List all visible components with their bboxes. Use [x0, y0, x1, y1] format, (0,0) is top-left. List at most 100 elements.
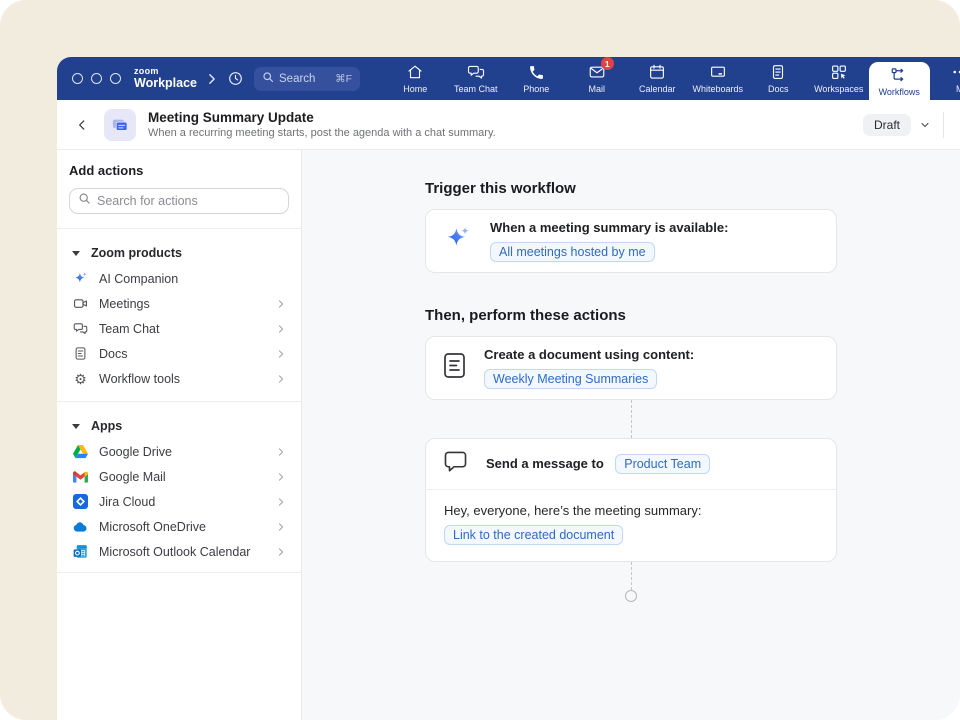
header-actions: Draft	[863, 112, 944, 138]
window-control-zoom-button[interactable]	[110, 73, 121, 84]
nav-item-label: Phone	[523, 84, 549, 94]
sidebar-item-google-mail[interactable]: Google Mail	[69, 464, 289, 489]
workflow-body: Add actions Zoom products AI Com	[57, 150, 960, 720]
window-control-close-button[interactable]	[72, 73, 83, 84]
sidebar-item-docs[interactable]: Docs	[69, 341, 289, 366]
trigger-scope-chip[interactable]: All meetings hosted by me	[490, 242, 655, 262]
window-controls	[72, 73, 121, 84]
send-message-title: Send a message to	[486, 456, 604, 471]
nav-item-label: Whiteboards	[692, 84, 743, 94]
actions-section-heading: Then, perform these actions	[425, 307, 837, 324]
chevron-right-icon	[276, 547, 286, 557]
top-nav-items: Home Team Chat Phone 1 Mail	[385, 57, 960, 100]
sidebar-item-label: AI Companion	[99, 272, 178, 286]
gear-icon: ⚙	[72, 372, 89, 386]
gmail-icon	[72, 471, 89, 483]
sidebar-item-label: Workflow tools	[99, 372, 180, 386]
actions-search-box[interactable]	[69, 188, 289, 214]
workflow-canvas: Trigger this workflow When a meeting sum…	[302, 150, 960, 720]
add-step-node[interactable]	[625, 590, 637, 602]
sidebar-item-team-chat[interactable]: Team Chat	[69, 316, 289, 341]
chevron-right-icon	[276, 349, 286, 359]
phone-icon	[528, 63, 545, 81]
section-label: Apps	[91, 419, 122, 433]
ai-companion-icon	[72, 271, 89, 286]
nav-item-workflows[interactable]: Workflows	[869, 62, 930, 100]
global-search-input[interactable]: Search ⌘F	[254, 67, 360, 91]
nav-item-whiteboards[interactable]: Whiteboards	[688, 57, 749, 100]
back-button[interactable]	[75, 118, 97, 132]
brand-zoom-label: zoom	[134, 67, 197, 76]
section-header-apps[interactable]: Apps	[69, 413, 289, 439]
outlook-calendar-icon	[72, 544, 89, 559]
meetings-icon	[72, 296, 89, 311]
sidebar-item-label: Microsoft Outlook Calendar	[99, 545, 250, 559]
create-document-title: Create a document using content:	[484, 347, 694, 362]
nav-item-calendar[interactable]: Calendar	[627, 57, 688, 100]
calendar-icon	[648, 63, 666, 81]
document-content-chip[interactable]: Weekly Meeting Summaries	[484, 369, 657, 389]
search-icon	[78, 192, 91, 210]
nav-item-home[interactable]: Home	[385, 57, 446, 100]
workspaces-icon	[830, 63, 848, 81]
sidebar-item-label: Google Mail	[99, 470, 166, 484]
nav-item-docs[interactable]: Docs	[748, 57, 809, 100]
message-link-chip[interactable]: Link to the created document	[444, 525, 623, 545]
brand-workplace-label: Workplace	[134, 77, 197, 90]
chevron-right-icon	[276, 497, 286, 507]
send-message-card[interactable]: Send a message to Product Team Hey, ever…	[425, 438, 837, 562]
triangle-down-icon	[72, 251, 80, 256]
chevron-right-icon	[276, 299, 286, 309]
nav-item-label: Mail	[588, 84, 605, 94]
sidebar-item-jira-cloud[interactable]: Jira Cloud	[69, 489, 289, 514]
docs-icon	[769, 63, 787, 81]
search-icon	[262, 71, 274, 86]
workflows-icon	[890, 66, 908, 84]
trigger-section-heading: Trigger this workflow	[425, 180, 837, 197]
create-document-card[interactable]: Create a document using content: Weekly …	[425, 336, 837, 400]
sidebar-item-microsoft-outlook-calendar[interactable]: Microsoft Outlook Calendar	[69, 539, 289, 564]
sidebar-item-workflow-tools[interactable]: ⚙ Workflow tools	[69, 366, 289, 391]
trigger-card[interactable]: When a meeting summary is available: All…	[425, 209, 837, 273]
message-body-text: Hey, everyone, here’s the meeting summar…	[444, 503, 818, 518]
workflow-title: Meeting Summary Update	[148, 110, 496, 125]
nav-item-workspaces[interactable]: Workspaces	[809, 57, 870, 100]
triangle-down-icon	[72, 424, 80, 429]
nav-item-label: Workflows	[879, 87, 920, 97]
document-icon	[444, 353, 465, 383]
workflow-thumbnail-icon	[104, 109, 136, 141]
sidebar-divider	[57, 228, 301, 229]
chevron-right-icon[interactable]	[207, 73, 217, 85]
actions-search-input[interactable]	[97, 194, 280, 208]
chevron-right-icon	[276, 522, 286, 532]
sidebar-item-google-drive[interactable]: Google Drive	[69, 439, 289, 464]
window-control-minimize-button[interactable]	[91, 73, 102, 84]
nav-item-team-chat[interactable]: Team Chat	[446, 57, 507, 100]
chat-bubble-icon	[444, 451, 467, 477]
team-chat-icon	[467, 63, 485, 81]
status-badge[interactable]: Draft	[863, 114, 911, 136]
section-header-zoom-products[interactable]: Zoom products	[69, 240, 289, 266]
chevron-down-icon[interactable]	[919, 119, 931, 131]
header-divider	[943, 112, 944, 138]
jira-icon	[72, 494, 89, 509]
zoom-workplace-logo: zoom Workplace	[134, 67, 197, 90]
nav-item-label: Home	[403, 84, 427, 94]
nav-item-mail[interactable]: 1 Mail	[567, 57, 628, 100]
nav-item-label: Calendar	[639, 84, 676, 94]
history-icon[interactable]	[227, 70, 244, 87]
nav-item-label: Docs	[768, 84, 789, 94]
sidebar-item-label: Microsoft OneDrive	[99, 520, 206, 534]
sidebar-item-meetings[interactable]: Meetings	[69, 291, 289, 316]
mail-icon: 1	[588, 63, 606, 81]
sidebar-item-ai-companion[interactable]: AI Companion	[69, 266, 289, 291]
nav-item-more[interactable]: M	[930, 57, 960, 100]
sidebar-item-microsoft-onedrive[interactable]: Microsoft OneDrive	[69, 514, 289, 539]
team-chat-icon	[72, 321, 89, 336]
google-drive-icon	[72, 444, 89, 459]
sidebar-item-label: Jira Cloud	[99, 495, 155, 509]
nav-item-phone[interactable]: Phone	[506, 57, 567, 100]
message-recipient-chip[interactable]: Product Team	[615, 454, 710, 474]
chevron-right-icon	[276, 472, 286, 482]
more-icon	[951, 63, 960, 81]
